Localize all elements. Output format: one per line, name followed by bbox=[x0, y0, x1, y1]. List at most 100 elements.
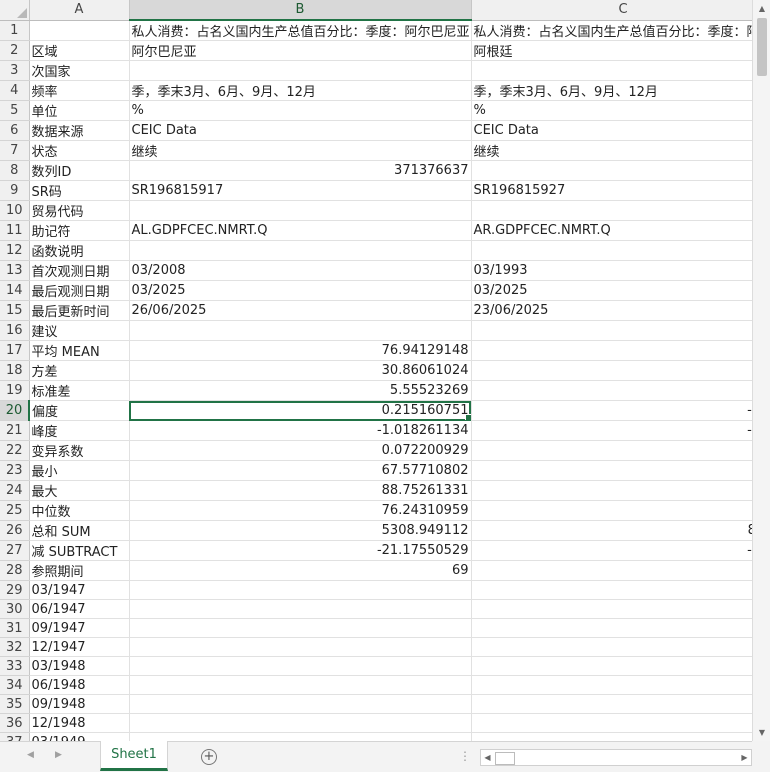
cell-c[interactable]: 0.0 bbox=[471, 440, 752, 461]
cell-a[interactable]: 最后观测日期 bbox=[29, 280, 130, 301]
row-header[interactable]: 17 bbox=[0, 340, 30, 361]
cell-b[interactable]: 88.75261331 bbox=[129, 480, 472, 501]
cell-a[interactable]: 建议 bbox=[29, 320, 130, 341]
cell-c[interactable] bbox=[471, 656, 752, 676]
row-header[interactable]: 31 bbox=[0, 618, 30, 638]
row-header[interactable]: 10 bbox=[0, 200, 30, 221]
row-header[interactable]: 9 bbox=[0, 180, 30, 201]
row-header[interactable]: 3 bbox=[0, 60, 30, 81]
cell-a[interactable]: 方差 bbox=[29, 360, 130, 381]
cell-a[interactable]: 最大 bbox=[29, 480, 130, 501]
cell-b[interactable] bbox=[129, 200, 472, 221]
horizontal-scroll-thumb[interactable] bbox=[495, 752, 515, 765]
cell-b[interactable]: 03/2008 bbox=[129, 260, 472, 281]
fill-handle[interactable] bbox=[464, 414, 470, 420]
cell-c[interactable]: 854 bbox=[471, 520, 752, 541]
cell-a[interactable]: 最小 bbox=[29, 460, 130, 481]
horizontal-scrollbar[interactable]: ◀ ▶ bbox=[480, 749, 752, 766]
vertical-scrollbar[interactable]: ▲ ▼ bbox=[752, 0, 770, 741]
row-header[interactable]: 14 bbox=[0, 280, 30, 301]
cell-b[interactable] bbox=[129, 60, 472, 81]
cell-a[interactable] bbox=[29, 20, 130, 41]
cell-b[interactable]: SR196815917 bbox=[129, 180, 472, 201]
cell-a[interactable]: 数列ID bbox=[29, 160, 130, 181]
cell-a[interactable]: 06/1947 bbox=[29, 599, 130, 619]
tab-splitter-handle-icon[interactable]: ⋮ bbox=[459, 748, 471, 764]
row-header[interactable]: 27 bbox=[0, 540, 30, 561]
cell-a[interactable]: 03/1949 bbox=[29, 732, 130, 741]
row-header[interactable]: 22 bbox=[0, 440, 30, 461]
cell-b[interactable]: 76.24310959 bbox=[129, 500, 472, 521]
cell-b[interactable] bbox=[129, 732, 472, 741]
cell-a[interactable]: 12/1948 bbox=[29, 713, 130, 733]
cell-c[interactable]: 03/2025 bbox=[471, 280, 752, 301]
cell-c[interactable] bbox=[471, 60, 752, 81]
cell-c[interactable]: 私人消费：占名义国内生产总值百分比：季度：阿根廷 bbox=[471, 20, 752, 41]
cell-a[interactable]: 03/1947 bbox=[29, 580, 130, 600]
cell-c[interactable]: % bbox=[471, 100, 752, 121]
cell-c[interactable] bbox=[471, 732, 752, 741]
cell-a[interactable]: 09/1948 bbox=[29, 694, 130, 714]
cell-c[interactable]: SR196815927 bbox=[471, 180, 752, 201]
row-header[interactable]: 19 bbox=[0, 380, 30, 401]
cell-b[interactable]: 26/06/2025 bbox=[129, 300, 472, 321]
cell-b[interactable] bbox=[129, 637, 472, 657]
spreadsheet-grid[interactable]: A B C 1 私人消费：占名义国内生产总值百分比：季度：阿尔巴尼亚 私人消费：占名… bbox=[0, 0, 752, 741]
cell-c[interactable]: -14. bbox=[471, 540, 752, 561]
cell-c[interactable] bbox=[471, 713, 752, 733]
cell-a[interactable]: 总和 SUM bbox=[29, 520, 130, 541]
row-header[interactable]: 26 bbox=[0, 520, 30, 541]
select-all-corner[interactable] bbox=[0, 0, 30, 21]
cell-b[interactable] bbox=[129, 694, 472, 714]
cell-b[interactable]: -21.17550529 bbox=[129, 540, 472, 561]
cell-a[interactable]: 状态 bbox=[29, 140, 130, 161]
row-header[interactable]: 24 bbox=[0, 480, 30, 501]
cell-b[interactable]: 03/2025 bbox=[129, 280, 472, 301]
cell-a[interactable]: 03/1948 bbox=[29, 656, 130, 676]
cell-c[interactable] bbox=[471, 200, 752, 221]
select-all-triangle-icon[interactable] bbox=[16, 7, 27, 18]
scroll-down-arrow-icon[interactable]: ▼ bbox=[753, 724, 770, 741]
cell-a[interactable]: 平均 MEAN bbox=[29, 340, 130, 361]
cell-c[interactable] bbox=[471, 560, 752, 581]
cell-c[interactable] bbox=[471, 580, 752, 600]
cell-a[interactable]: 助记符 bbox=[29, 220, 130, 241]
cell-a[interactable]: 首次观测日期 bbox=[29, 260, 130, 281]
row-header[interactable]: 33 bbox=[0, 656, 30, 676]
cell-a[interactable]: 中位数 bbox=[29, 500, 130, 521]
cell-b[interactable]: 67.57710802 bbox=[129, 460, 472, 481]
cell-a[interactable]: 标准差 bbox=[29, 380, 130, 401]
cell-c[interactable] bbox=[471, 675, 752, 695]
scroll-up-arrow-icon[interactable]: ▲ bbox=[753, 0, 770, 17]
cell-b[interactable] bbox=[129, 320, 472, 341]
cell-c[interactable]: 23/06/2025 bbox=[471, 300, 752, 321]
cell-a[interactable]: 06/1948 bbox=[29, 675, 130, 695]
row-header[interactable]: 15 bbox=[0, 300, 30, 321]
cell-a[interactable]: 单位 bbox=[29, 100, 130, 121]
row-header[interactable]: 36 bbox=[0, 713, 30, 733]
cell-a[interactable]: 区域 bbox=[29, 40, 130, 61]
row-header[interactable]: 4 bbox=[0, 80, 30, 101]
row-header[interactable]: 20 bbox=[0, 400, 30, 421]
prev-sheet-arrow-icon[interactable]: ◀ bbox=[27, 750, 34, 760]
cell-c[interactable]: CEIC Data bbox=[471, 120, 752, 141]
plus-circle-icon[interactable]: + bbox=[201, 749, 217, 765]
row-header[interactable]: 16 bbox=[0, 320, 30, 341]
cell-b[interactable]: 0.072200929 bbox=[129, 440, 472, 461]
row-header[interactable]: 21 bbox=[0, 420, 30, 441]
cell-b[interactable] bbox=[129, 675, 472, 695]
row-header[interactable]: 1 bbox=[0, 20, 30, 41]
row-header[interactable]: 29 bbox=[0, 580, 30, 600]
column-header-a[interactable]: A bbox=[29, 0, 130, 21]
row-header[interactable]: 34 bbox=[0, 675, 30, 695]
sheet-tab-sheet1[interactable]: Sheet1 bbox=[100, 741, 168, 771]
cell-a[interactable]: 贸易代码 bbox=[29, 200, 130, 221]
cell-a[interactable]: 变异系数 bbox=[29, 440, 130, 461]
cell-c[interactable]: -0.3 bbox=[471, 400, 752, 421]
cell-a[interactable]: 09/1947 bbox=[29, 618, 130, 638]
cell-a[interactable]: 减 SUBTRACT bbox=[29, 540, 130, 561]
cell-c[interactable]: 66. bbox=[471, 500, 752, 521]
row-header[interactable]: 37 bbox=[0, 732, 30, 741]
row-header[interactable]: 2 bbox=[0, 40, 30, 61]
cell-c[interactable]: 3.3 bbox=[471, 380, 752, 401]
